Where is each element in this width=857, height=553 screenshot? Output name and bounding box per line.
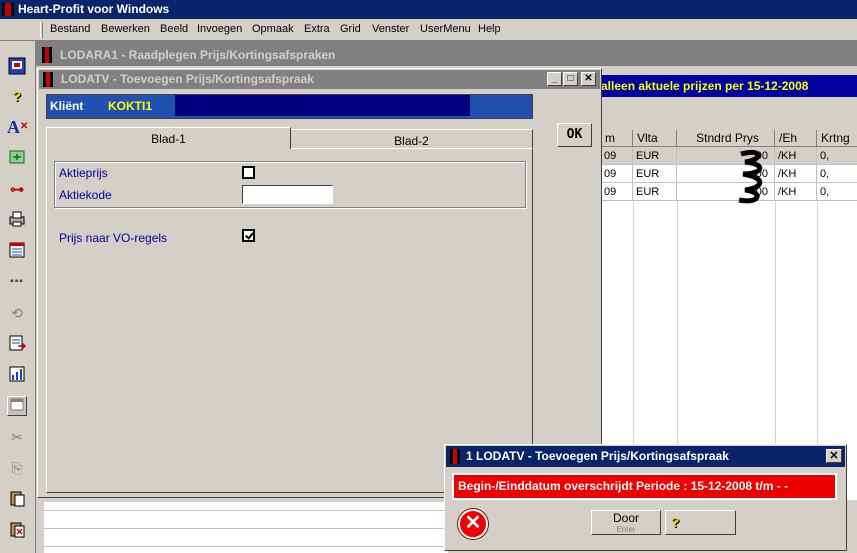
menu-venster[interactable]: Venster [372, 23, 409, 35]
app-title: Heart-Profit voor Windows [18, 2, 170, 16]
consult-window-title: LODARA1 - Raadplegen Prijs/Kortingsafspr… [60, 48, 336, 62]
minimize-button[interactable]: _ [547, 72, 562, 86]
chart-icon[interactable] [7, 365, 27, 385]
menu-extra[interactable]: Extra [304, 23, 330, 35]
tab-blad-2[interactable]: Blad-2 [291, 129, 533, 149]
column-header[interactable]: Vlta [633, 130, 677, 147]
aktieprijs-label: Aktieprijs [59, 166, 108, 180]
table-row[interactable]: 09 EUR 00 /KH 0, [601, 165, 857, 183]
tab-blad-1[interactable]: Blad-1 [46, 127, 291, 149]
column-header[interactable]: Krtng [817, 130, 857, 147]
form-icon[interactable] [7, 241, 27, 261]
menu-grip [40, 22, 43, 38]
print-icon[interactable] [7, 210, 27, 230]
error-dialog-title: 1 LODATV - Toevoegen Prijs/Kortingsafspr… [466, 449, 729, 463]
table-row[interactable]: 09 EUR 00 /KH 0, [601, 183, 857, 201]
paste-icon[interactable] [7, 489, 27, 509]
dots-icon[interactable]: ▪▪▪ [7, 272, 27, 292]
redaction-scribble [738, 149, 763, 204]
price-banner: alleen aktuele prijzen per 15-12-2008 [601, 75, 857, 97]
door-label: Door [612, 511, 639, 525]
consult-window-titlebar[interactable]: LODARA1 - Raadplegen Prijs/Kortingsafspr… [36, 44, 857, 66]
aktiekode-input[interactable] [242, 185, 333, 204]
menu-bewerken[interactable]: Bewerken [101, 23, 150, 35]
dialog-help-button[interactable]: ? [665, 510, 736, 535]
table-cell: 09 [601, 147, 633, 165]
lower-grid[interactable] [44, 502, 448, 553]
window-logo-icon [42, 47, 52, 63]
table-cell: EUR [633, 183, 677, 201]
export-icon[interactable] [7, 334, 27, 354]
add-price-window-title: LODATV - Toevoegen Prijs/Kortingsafspraa… [61, 72, 314, 86]
error-dialog-titlebar[interactable]: 1 LODATV - Toevoegen Prijs/Kortingsafspr… [446, 446, 845, 467]
paste-special-icon[interactable] [7, 520, 27, 540]
menu-help[interactable]: Help [478, 23, 501, 35]
refresh-icon[interactable]: ⟲ [7, 303, 27, 323]
column-header[interactable]: Stndrd Prys [677, 130, 775, 147]
aktiekode-label: Aktiekode [59, 188, 112, 202]
help-icon: ? [671, 514, 680, 530]
menu-grid[interactable]: Grid [340, 23, 361, 35]
table-row-selected[interactable]: 09 EUR 00 /KH 0, [601, 147, 857, 165]
ok-button[interactable]: OK [557, 123, 592, 147]
menu-invoegen[interactable]: Invoegen [197, 23, 242, 35]
window-logo-icon [43, 72, 53, 87]
vo-rules-label: Prijs naar VO-regels [59, 231, 168, 245]
left-toolbar: ? A✕ ⊶ ▪▪▪ ⟲ ✂ ⎘ [0, 41, 36, 553]
menu-opmaak[interactable]: Opmaak [252, 23, 294, 35]
column-header[interactable]: m [601, 130, 633, 147]
add-price-window-titlebar[interactable]: LODATV - Toevoegen Prijs/Kortingsafspraa… [39, 70, 600, 89]
cut-icon[interactable]: ✂ [7, 427, 27, 447]
menu-beeld[interactable]: Beeld [160, 23, 188, 35]
aktieprijs-checkbox[interactable] [242, 166, 255, 179]
client-name-field [175, 95, 470, 116]
door-button[interactable]: Door Enter [591, 510, 661, 535]
error-message: Begin-/Einddatum overschrijdt Periode : … [452, 473, 837, 500]
client-code: KOKTI1 [108, 99, 153, 113]
help-icon[interactable]: ? [7, 86, 27, 106]
key-icon[interactable]: ⊶ [7, 179, 27, 199]
table-cell: 09 [601, 165, 633, 183]
column-header[interactable]: /Eh [775, 130, 817, 147]
font-icon[interactable]: A✕ [7, 117, 28, 137]
table-cell: 0, [817, 165, 857, 183]
table-cell: /KH [775, 165, 817, 183]
table-cell: EUR [633, 165, 677, 183]
table-cell: 09 [601, 183, 633, 201]
menu-bar: Bestand Bewerken Beeld Invoegen Opmaak E… [0, 19, 857, 41]
window-icon[interactable] [7, 396, 27, 416]
error-icon: ✕ [458, 509, 488, 539]
table-cell: /KH [775, 183, 817, 201]
vo-rules-checkbox[interactable] [242, 229, 255, 242]
close-button[interactable]: ✕ [581, 72, 596, 86]
window-logo-icon [450, 449, 460, 464]
door-shortcut: Enter [616, 525, 636, 534]
client-label: Kliënt [50, 99, 84, 113]
table-cell: 0, [817, 183, 857, 201]
table-cell: 0, [817, 147, 857, 165]
table-cell: EUR [633, 147, 677, 165]
maximize-button[interactable]: □ [563, 72, 578, 86]
table-cell: /KH [775, 147, 817, 165]
record-icon[interactable] [7, 57, 27, 77]
dialog-close-button[interactable]: ✕ [826, 449, 842, 463]
menu-usermenu[interactable]: UserMenu [420, 23, 471, 35]
app-title-bar: Heart-Profit voor Windows [0, 0, 857, 19]
navigate-icon[interactable] [7, 148, 27, 168]
app-icon [2, 3, 14, 16]
menu-bestand[interactable]: Bestand [50, 23, 90, 35]
copy-icon[interactable]: ⎘ [7, 458, 27, 478]
